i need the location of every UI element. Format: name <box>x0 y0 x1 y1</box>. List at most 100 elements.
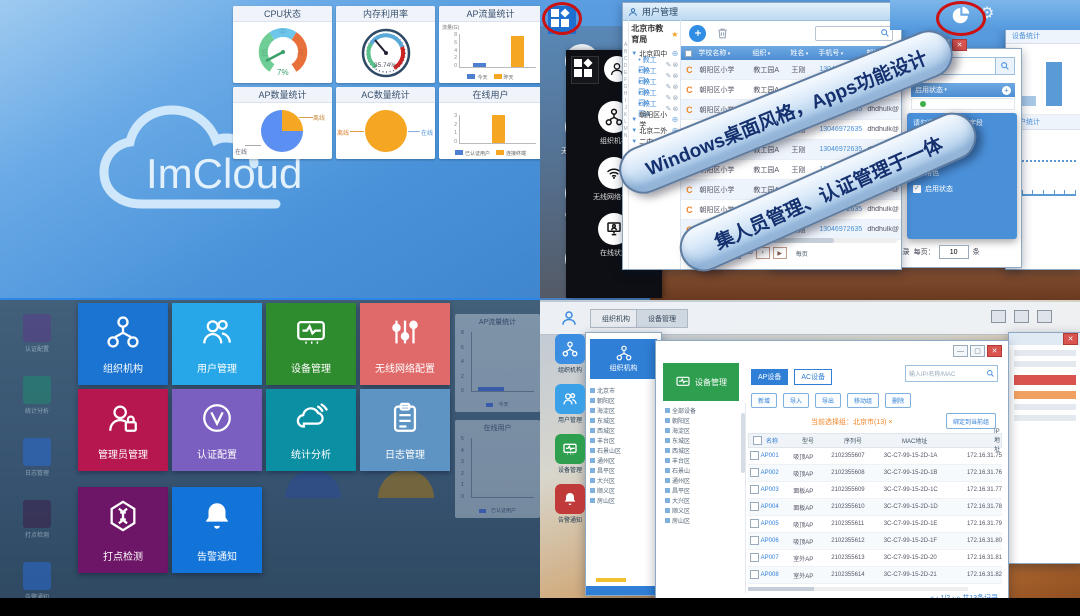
delete-icon[interactable]: ⊗ <box>672 83 678 91</box>
tile-admin-lock[interactable]: 管理员管理 <box>78 389 168 471</box>
sidebar-item-device[interactable]: 设备管理 <box>552 434 588 474</box>
maximize-icon[interactable]: ▢ <box>970 345 985 357</box>
row-checkbox[interactable] <box>750 502 759 511</box>
window-icon[interactable] <box>1014 310 1029 323</box>
window-icon[interactable] <box>991 310 1006 323</box>
selected-group-notice[interactable]: 当前选择组：北京市(13) × <box>811 417 892 427</box>
toolbar-button[interactable]: 导出 <box>815 393 841 408</box>
edit-pencil-icon[interactable]: ✎ <box>666 94 672 102</box>
tree-item[interactable]: 房山区 <box>590 495 657 505</box>
vertical-scrollbar[interactable] <box>741 413 745 473</box>
window-titlebar[interactable]: 用户管理 <box>623 3 901 21</box>
tree-item[interactable]: 顺义区 <box>590 485 657 495</box>
column-header[interactable]: IP地址 <box>994 429 1001 453</box>
edit-pencil-icon[interactable]: ✎ <box>666 61 672 69</box>
device-row[interactable]: AP002吸顶AP21023556083C-C7-99-15-2D-1B172.… <box>748 465 1002 482</box>
column-header[interactable]: 组织 <box>750 48 788 58</box>
delete-icon[interactable]: ⊗ <box>672 72 678 80</box>
caret-down-icon[interactable]: ▼ <box>631 117 637 123</box>
tile-auth-v[interactable]: 认证配置 <box>172 389 262 471</box>
sidebar-item-bell[interactable]: 告警通知 <box>552 484 588 524</box>
close-icon[interactable]: ✕ <box>952 39 967 51</box>
search-input[interactable] <box>815 26 893 41</box>
toolbar-button[interactable]: 删除 <box>885 393 911 408</box>
device-row[interactable]: AP008室外AP21023556143C-C7-99-15-2D-21172.… <box>748 567 1002 584</box>
trash-icon[interactable] <box>716 27 729 40</box>
expand-icon[interactable]: ⊕ <box>672 115 679 124</box>
tree-item[interactable]: 北京市 <box>590 385 657 395</box>
tree-item[interactable]: 大兴区 <box>590 475 657 485</box>
tree-item[interactable]: 全部设备 <box>665 405 741 415</box>
field-checkbox-row[interactable]: ✓启用状态 <box>913 181 1011 197</box>
tree-item[interactable]: 大兴区 <box>665 495 741 505</box>
toolbar-button[interactable]: 导入 <box>783 393 809 408</box>
sidebar-item-org-chart[interactable]: 组织机构 <box>552 334 588 374</box>
window-icon[interactable] <box>1037 310 1052 323</box>
toolbar-button[interactable]: 移动组 <box>847 393 879 408</box>
delete-icon[interactable]: ⊗ <box>672 94 678 102</box>
device-row[interactable]: AP005吸顶AP21023556113C-C7-99-15-2D-1E172.… <box>748 516 1002 533</box>
device-tree[interactable]: 全部设备朝阳区海淀区东城区西城区丰台区石景山通州区昌平区大兴区顺义区房山区 <box>661 403 745 527</box>
add-button[interactable] <box>689 25 706 42</box>
tree-item[interactable]: 通州区 <box>590 455 657 465</box>
status-column-header[interactable]: 启用状态 ▾ + <box>911 83 1015 97</box>
app-logo-icon[interactable] <box>560 309 578 327</box>
row-checkbox[interactable] <box>750 519 759 528</box>
tree-item[interactable]: 东城区 <box>590 415 657 425</box>
column-header[interactable]: 姓名 <box>788 48 816 58</box>
caret-down-icon[interactable]: ▼ <box>631 139 637 145</box>
ap-devices-button[interactable]: AP设备 <box>751 369 788 385</box>
ac-devices-button[interactable]: AC设备 <box>794 369 832 385</box>
tree-item[interactable]: 昌平区 <box>665 485 741 495</box>
device-row[interactable]: AP001吸顶AP21023556073C-C7-99-15-2D-1A172.… <box>748 448 1002 465</box>
tree-item[interactable]: 西城区 <box>665 445 741 455</box>
tree-item[interactable]: 东城区 <box>665 435 741 445</box>
delete-icon[interactable]: ⊗ <box>672 105 678 113</box>
toolbar-button[interactable]: 新增 <box>751 393 777 408</box>
row-checkbox[interactable] <box>750 536 759 545</box>
org-root-node[interactable]: 北京市教育局★ <box>631 23 678 45</box>
tile-clipboard[interactable]: 日志管理 <box>360 389 450 471</box>
organization-header[interactable]: 组织机构 <box>590 339 657 379</box>
tree-item[interactable]: 石景山区 <box>590 445 657 455</box>
organization-tree[interactable]: 北京市朝阳区海淀区东城区西城区丰台区石景山区通州区昌平区大兴区顺义区房山区 <box>586 383 661 507</box>
tile-bell[interactable]: 告警通知 <box>172 487 262 573</box>
tile-users[interactable]: 用户管理 <box>172 303 262 385</box>
tree-item[interactable]: 顺义区 <box>665 505 741 515</box>
horizontal-scrollbar[interactable] <box>748 587 968 591</box>
tree-item[interactable]: 通州区 <box>665 475 741 485</box>
tree-item[interactable]: 西城区 <box>590 425 657 435</box>
expand-icon[interactable]: ⊕ <box>672 49 679 58</box>
tree-item[interactable]: 朝阳区 <box>590 395 657 405</box>
tree-node[interactable]: ▼朝阳区小学⊕ <box>631 114 678 125</box>
column-header[interactable]: 序列号 <box>844 436 902 445</box>
tile-dna[interactable]: 打点检测 <box>78 487 168 573</box>
column-header[interactable]: 名称 <box>766 436 802 445</box>
caret-down-icon[interactable]: ▼ <box>631 51 637 57</box>
caret-down-icon[interactable]: ▼ <box>631 128 637 134</box>
last-page-button[interactable]: ▶ <box>773 247 787 259</box>
row-checkbox[interactable] <box>750 468 759 477</box>
edit-pencil-icon[interactable]: ✎ <box>666 83 672 91</box>
tab-device[interactable]: 设备管理 <box>636 309 688 328</box>
device-row[interactable]: AP006吸顶AP21023556123C-C7-99-15-2D-1F172.… <box>748 533 1002 550</box>
tree-item[interactable]: 丰台区 <box>665 455 741 465</box>
device-row[interactable]: AP003面板AP21023556093C-C7-99-15-2D-1C172.… <box>748 482 1002 499</box>
column-header[interactable]: 型号 <box>802 436 844 445</box>
row-checkbox[interactable] <box>750 451 759 460</box>
delete-icon[interactable]: ⊗ <box>672 61 678 69</box>
tree-item[interactable]: 海淀区 <box>590 405 657 415</box>
tree-item[interactable]: 朝阳区 <box>665 415 741 425</box>
device-search-input[interactable]: 输入IP/名称/MAC <box>905 365 998 382</box>
row-checkbox[interactable] <box>750 570 759 579</box>
search-icon[interactable] <box>986 369 995 378</box>
edit-pencil-icon[interactable]: ✎ <box>666 72 672 80</box>
column-header[interactable]: MAC地址 <box>902 436 994 445</box>
bind-group-button[interactable]: 绑定到当前组 <box>946 413 996 429</box>
tile-cloud-signal[interactable]: 统计分析 <box>266 389 356 471</box>
per-page-input[interactable] <box>939 245 969 259</box>
tile-org-chart[interactable]: 组织机构 <box>78 303 168 385</box>
add-column-icon[interactable]: + <box>1002 86 1011 95</box>
column-header[interactable]: 学校名称 <box>696 48 750 58</box>
row-checkbox[interactable] <box>750 485 759 494</box>
